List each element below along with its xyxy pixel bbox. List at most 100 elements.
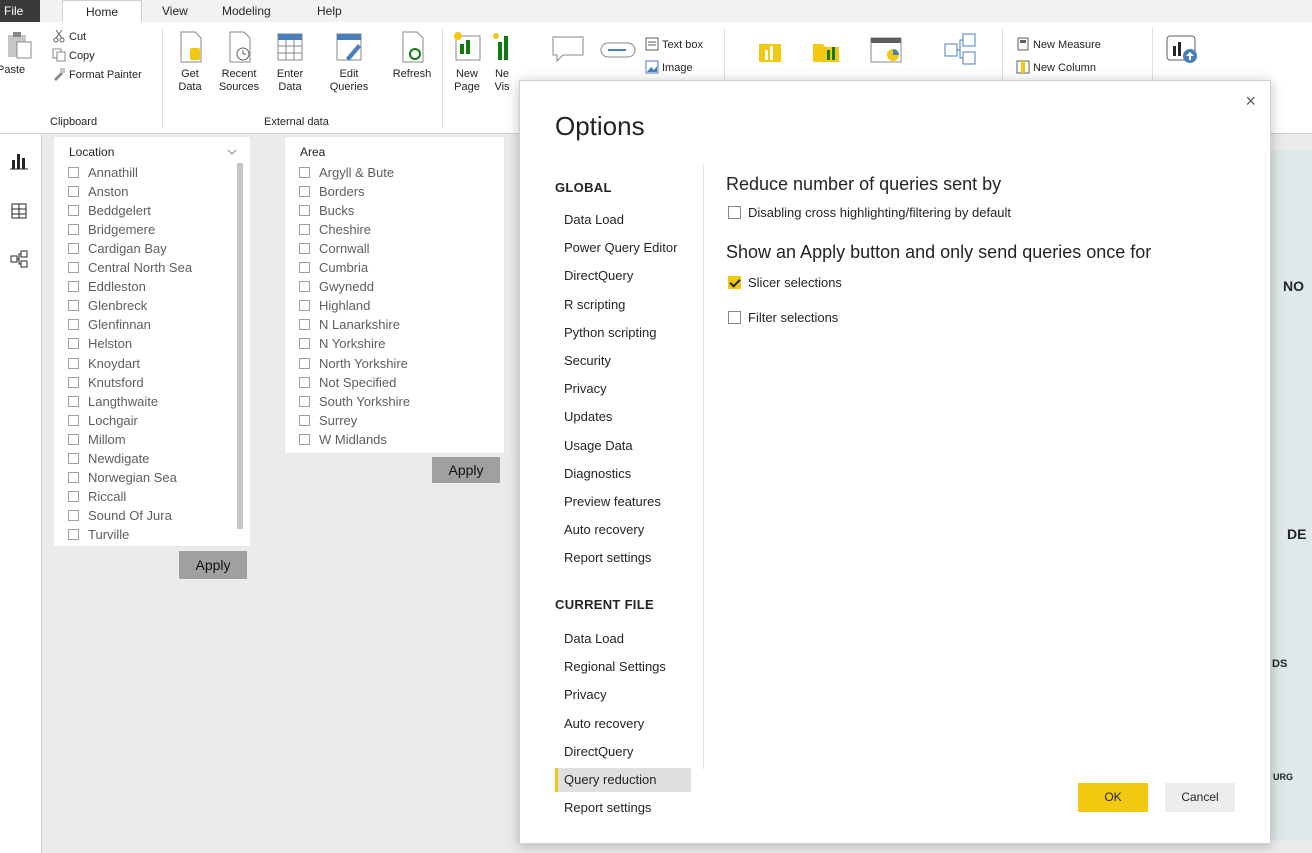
tab-file[interactable]: File [0,0,40,22]
tab-modeling[interactable]: Modeling [222,0,271,22]
slicer-item[interactable]: Lochgair [68,413,138,432]
location-apply-button[interactable]: Apply [179,551,247,579]
slicer-item[interactable]: Norwegian Sea [68,470,177,489]
data-view-icon[interactable] [10,202,28,220]
nav-item-directquery[interactable]: DirectQuery [555,264,691,288]
slicer-item[interactable]: Surrey [299,413,357,432]
cut-button[interactable]: Cut [52,28,86,46]
slicer-item[interactable]: Cornwall [299,241,370,260]
nav-item-auto-recovery[interactable]: Auto recovery [555,712,691,736]
slicer-item[interactable]: Borders [299,184,365,203]
nav-item-query-reduction[interactable]: Query reduction [555,768,691,792]
nav-item-privacy[interactable]: Privacy [555,683,691,707]
nav-item-diagnostics[interactable]: Diagnostics [555,462,691,486]
tab-help[interactable]: Help [317,0,342,22]
copy-button[interactable]: Copy [52,47,95,65]
nav-item-python-scripting[interactable]: Python scripting [555,321,691,345]
slicer-item[interactable]: Not Specified [299,375,396,394]
chevron-down-icon[interactable] [227,149,237,155]
nav-item-data-load[interactable]: Data Load [555,627,691,651]
buttons-button[interactable] [598,42,638,64]
slicer-item[interactable]: Argyll & Bute [299,165,394,184]
slicer-item[interactable]: N Yorkshire [299,336,385,355]
new-visual-button[interactable]: Ne Vis [492,30,512,94]
edit-queries-button[interactable]: Edit Queries [325,30,373,94]
disable-cross-highlighting-checkbox[interactable]: Disabling cross highlighting/filtering b… [728,205,1011,220]
slicer-item[interactable]: Riccall [68,489,126,508]
textbox-shape-button[interactable] [548,34,588,68]
slicer-item[interactable]: Eddleston [68,279,146,298]
slicer-item[interactable]: Millom [68,432,126,451]
slicer-item[interactable]: Bucks [299,203,354,222]
recent-sources-button[interactable]: Recent Sources [215,30,263,94]
nav-item-data-load[interactable]: Data Load [555,208,691,232]
image-button[interactable]: Image [645,59,693,77]
slicer-item[interactable]: Cumbria [299,260,368,279]
new-measure-button[interactable]: New Measure [1016,36,1101,54]
nav-item-privacy[interactable]: Privacy [555,377,691,401]
slicer-item[interactable]: Annathill [68,165,138,184]
nav-item-r-scripting[interactable]: R scripting [555,293,691,317]
slicer-item[interactable]: Highland [299,298,370,317]
model-view-icon[interactable] [10,250,28,268]
slicer-item[interactable]: Gwynedd [299,279,374,298]
slicer-item[interactable]: W Midlands [299,432,387,451]
new-page-button[interactable]: New Page [447,30,487,94]
slicer-item[interactable]: North Yorkshire [299,356,408,375]
scrollbar[interactable] [237,163,243,529]
report-view-icon[interactable] [10,152,28,170]
slicer-item[interactable]: Langthwaite [68,394,158,413]
scissors-icon [52,29,66,43]
paste-button[interactable]: Paste [0,30,38,77]
slicer-item[interactable]: Glenbreck [68,298,147,317]
nav-item-auto-recovery[interactable]: Auto recovery [555,518,691,542]
slicer-item[interactable]: Anston [68,184,128,203]
from-file-button[interactable] [808,36,844,70]
slicer-item[interactable]: Knutsford [68,375,144,394]
nav-item-preview-features[interactable]: Preview features [555,490,691,514]
switch-theme-button[interactable] [866,36,906,70]
slicer-item[interactable]: Glenfinnan [68,317,151,336]
slicer-item[interactable]: Newdigate [68,451,149,470]
manage-relationships-button[interactable] [940,32,980,70]
slicer-item[interactable]: Helston [68,336,132,355]
nav-item-updates[interactable]: Updates [555,405,691,429]
get-data-button[interactable]: Get Data [170,30,210,94]
slicer-item[interactable]: Central North Sea [68,260,192,279]
format-painter-button[interactable]: Format Painter [52,66,142,84]
slicer-selections-checkbox[interactable]: Slicer selections [728,275,842,290]
nav-item-report-settings[interactable]: Report settings [555,796,691,820]
map-visual[interactable]: NO DE DS URG [1270,150,1312,840]
slicer-item[interactable]: Turville [68,527,129,546]
cancel-button[interactable]: Cancel [1165,783,1235,812]
slicer-item[interactable]: Sound Of Jura [68,508,172,527]
refresh-button[interactable]: Refresh [388,30,436,81]
slicer-item[interactable]: N Lanarkshire [299,317,400,336]
folder-chart-icon [813,44,839,62]
area-apply-button[interactable]: Apply [432,457,500,483]
close-icon[interactable]: × [1245,91,1256,112]
from-marketplace-button[interactable] [752,36,788,70]
nav-item-regional-settings[interactable]: Regional Settings [555,655,691,679]
checkbox-box [68,509,79,521]
enter-data-button[interactable]: Enter Data [270,30,310,94]
tab-home[interactable]: Home [62,0,142,22]
slicer-item[interactable]: South Yorkshire [299,394,410,413]
new-column-button[interactable]: New Column [1016,59,1096,77]
publish-button[interactable] [1160,32,1204,70]
nav-item-security[interactable]: Security [555,349,691,373]
slicer-item[interactable]: Beddgelert [68,203,151,222]
tab-view[interactable]: View [162,0,188,22]
nav-item-directquery[interactable]: DirectQuery [555,740,691,764]
text-box-button[interactable]: Text box [645,36,703,54]
slicer-item[interactable]: Knoydart [68,356,140,375]
slicer-item[interactable]: Cardigan Bay [68,241,167,260]
nav-item-report-settings[interactable]: Report settings [555,546,691,570]
nav-item-power-query-editor[interactable]: Power Query Editor [555,236,691,260]
ok-button[interactable]: OK [1078,783,1148,812]
get-data-label: Get Data [178,68,202,93]
slicer-item[interactable]: Bridgemere [68,222,155,241]
slicer-item[interactable]: Cheshire [299,222,371,241]
nav-item-usage-data[interactable]: Usage Data [555,434,691,458]
filter-selections-checkbox[interactable]: Filter selections [728,310,838,325]
